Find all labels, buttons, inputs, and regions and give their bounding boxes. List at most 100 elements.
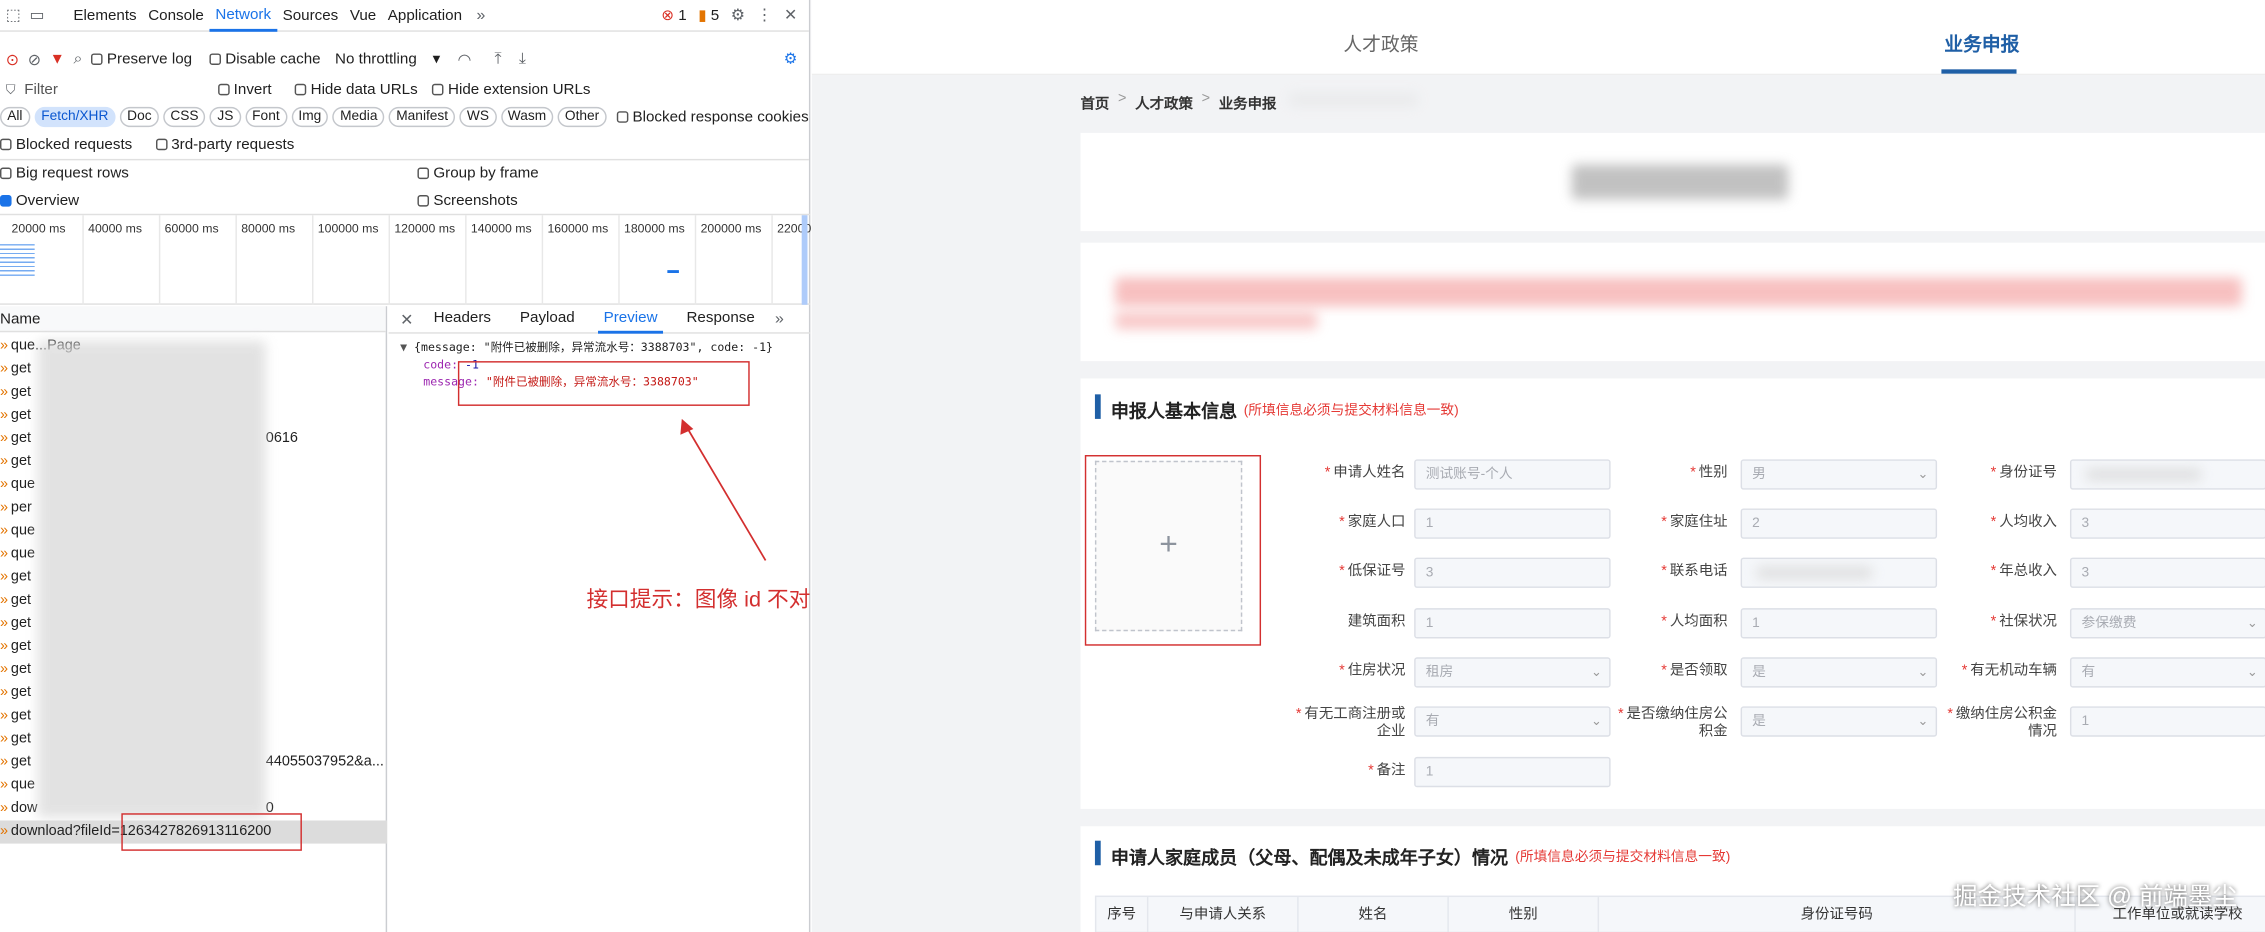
detail-tab-payload[interactable]: Payload (514, 306, 580, 333)
screenshots-checkbox[interactable]: Screenshots (417, 192, 518, 209)
clear-icon[interactable]: ⊘ (28, 50, 41, 68)
field-select[interactable]: 是 ⌄ (1740, 706, 1938, 737)
detail-tab-response[interactable]: Response (681, 306, 761, 333)
kebab-menu-icon[interactable]: ⋮ (757, 6, 773, 24)
field-label: 建筑面积 (1347, 613, 1406, 630)
search-icon[interactable]: ⌕ (73, 50, 82, 69)
field-select[interactable]: 有 ⌄ (1414, 706, 1611, 737)
chevron-down-icon: ⌄ (1591, 713, 1602, 729)
disable-cache-checkbox[interactable]: Disable cache (209, 51, 321, 68)
section2-note: (所填信息必须与提交材料信息一致) (1515, 849, 1731, 866)
type-filter-font[interactable]: Font (244, 106, 287, 128)
field-input[interactable]: 3 (2069, 508, 2265, 539)
download-icon[interactable]: ⤓ (519, 50, 526, 69)
timeline-tick: 40000 ms (88, 221, 143, 236)
device-toolbar-icon[interactable]: ▭ (29, 6, 44, 24)
devtools-tab-network[interactable]: Network (209, 0, 277, 32)
devtools-tab-vue[interactable]: Vue (344, 0, 382, 31)
warning-badge[interactable]: ▮ 5 (698, 7, 719, 24)
fileid-highlight-box (121, 813, 302, 851)
field-input[interactable]: 1 (1740, 608, 1938, 639)
field-input[interactable]: 1 (1414, 508, 1611, 539)
devtools-tab-elements[interactable]: Elements (68, 0, 143, 31)
xhr-icon: » (0, 684, 9, 701)
throttling-select[interactable]: No throttling ▾ (335, 51, 440, 68)
request-name: get (10, 754, 32, 770)
basic-info-card: 申报人基本信息 (所填信息必须与提交材料信息一致) + * 申请人姓名 测试账号-个… (1080, 378, 2265, 809)
timeline-scrubber[interactable] (801, 215, 808, 305)
xhr-icon: » (0, 361, 9, 378)
timeline-tick: 60000 ms (164, 221, 219, 236)
more-tabs-icon[interactable]: » (476, 7, 485, 24)
section2-title: 申请人家庭成员（父母、配偶及未成年子女）情况 (1110, 847, 1509, 869)
error-badge[interactable]: ⊗ 1 (661, 7, 686, 24)
more-detail-tabs-icon[interactable]: » (775, 311, 784, 328)
field-input[interactable]: 1 (2069, 706, 2265, 737)
name-column-header[interactable]: Name (0, 306, 386, 333)
breadcrumb-home[interactable]: 首页 (1080, 91, 1109, 113)
field-input[interactable]: 1 (1414, 756, 1611, 788)
field-select[interactable]: 男 ⌄ (1740, 459, 1938, 490)
third-party-checkbox[interactable]: 3rd-party requests (155, 136, 294, 153)
nav-business-apply[interactable]: 业务申报 (1944, 29, 2019, 56)
filter-icon[interactable]: ▼ (50, 51, 65, 68)
field-input[interactable]: 3 (2069, 557, 2265, 588)
type-filter-css[interactable]: CSS (163, 106, 206, 128)
devtools-tab-console[interactable]: Console (142, 0, 209, 31)
field-input[interactable]: 3 (1414, 557, 1611, 588)
type-filter-img[interactable]: Img (291, 106, 329, 128)
inspect-icon[interactable]: ⬚ (6, 6, 21, 24)
type-filter-js[interactable]: JS (210, 106, 241, 128)
field-select[interactable]: 有 ⌄ (2069, 657, 2265, 688)
field-input[interactable] (1740, 557, 1938, 588)
devtools-tab-application[interactable]: Application (382, 0, 468, 31)
overview-checkbox[interactable]: Overview (0, 192, 409, 209)
type-filter-doc[interactable]: Doc (119, 106, 159, 128)
request-name: get (10, 661, 32, 678)
field-select[interactable]: 参保缴费 ⌄ (2069, 608, 2265, 639)
timeline-tick: 20000 ms (11, 221, 66, 236)
type-filter-manifest[interactable]: Manifest (389, 106, 456, 128)
field-input[interactable]: 1 (1414, 608, 1611, 639)
field-label: * 人均收入 (1990, 514, 2057, 531)
group-by-frame-checkbox[interactable]: Group by frame (417, 165, 539, 182)
close-detail-icon[interactable]: ✕ (400, 310, 413, 328)
record-icon[interactable]: ⊙ (6, 50, 19, 68)
settings-gear-icon[interactable]: ⚙ (731, 6, 745, 24)
timeline-gridline (158, 215, 161, 305)
type-filter-fetch-xhr[interactable]: Fetch/XHR (34, 106, 116, 128)
detail-tab-headers[interactable]: Headers (428, 306, 497, 333)
detail-tab-preview[interactable]: Preview (597, 306, 664, 333)
field-input[interactable]: 测试账号-个人 (1414, 459, 1611, 490)
type-filter-all[interactable]: All (0, 106, 30, 128)
network-settings-icon[interactable]: ⚙ (784, 51, 798, 68)
type-filter-ws[interactable]: WS (459, 106, 497, 128)
field-input[interactable] (2069, 459, 2265, 490)
upload-icon[interactable]: ⤒ (495, 50, 502, 69)
type-filter-media[interactable]: Media (332, 106, 385, 128)
wifi-icon[interactable]: ◠ (458, 50, 472, 68)
hide-data-urls-checkbox[interactable]: Hide data URLs (294, 81, 418, 98)
nav-talent-policy[interactable]: 人才政策 (1343, 29, 1418, 56)
blocked-cookies-checkbox[interactable]: Blocked response cookies (616, 108, 809, 126)
devtools-tab-sources[interactable]: Sources (277, 0, 344, 31)
type-filter-other[interactable]: Other (557, 106, 607, 128)
xhr-icon: » (0, 453, 9, 470)
field-input[interactable]: 2 (1740, 508, 1938, 539)
filter-input[interactable]: Filter (24, 81, 209, 98)
invert-checkbox[interactable]: Invert (217, 81, 272, 98)
field-select[interactable]: 是 ⌄ (1740, 657, 1938, 688)
preserve-log-checkbox[interactable]: Preserve log (91, 51, 192, 68)
close-icon[interactable]: ✕ (784, 6, 797, 24)
big-request-rows-checkbox[interactable]: Big request rows (0, 165, 409, 182)
web-page: 人才政策 业务申报 首页 > 人才政策 > 业务申报 申报人基本信息 (所填信息必须… (811, 0, 2265, 932)
field-label: * 是否领取 (1661, 663, 1728, 679)
timeline-overview[interactable]: 20000 ms 40000 ms 60000 ms 80000 ms 100000 m… (0, 213, 811, 305)
breadcrumb-policy[interactable]: 人才政策 (1135, 91, 1193, 113)
preview-summary[interactable]: {message: "附件已被删除，异常流水号：3388703", code: … (414, 341, 773, 354)
hide-extension-urls-checkbox[interactable]: Hide extension URLs (432, 81, 591, 98)
type-filter-wasm[interactable]: Wasm (500, 106, 554, 128)
filter-row: ⛉ Filter Invert Hide data URLs Hide exte… (0, 75, 809, 104)
field-select[interactable]: 租房 ⌄ (1414, 657, 1611, 688)
blocked-requests-checkbox[interactable]: Blocked requests (0, 136, 132, 153)
